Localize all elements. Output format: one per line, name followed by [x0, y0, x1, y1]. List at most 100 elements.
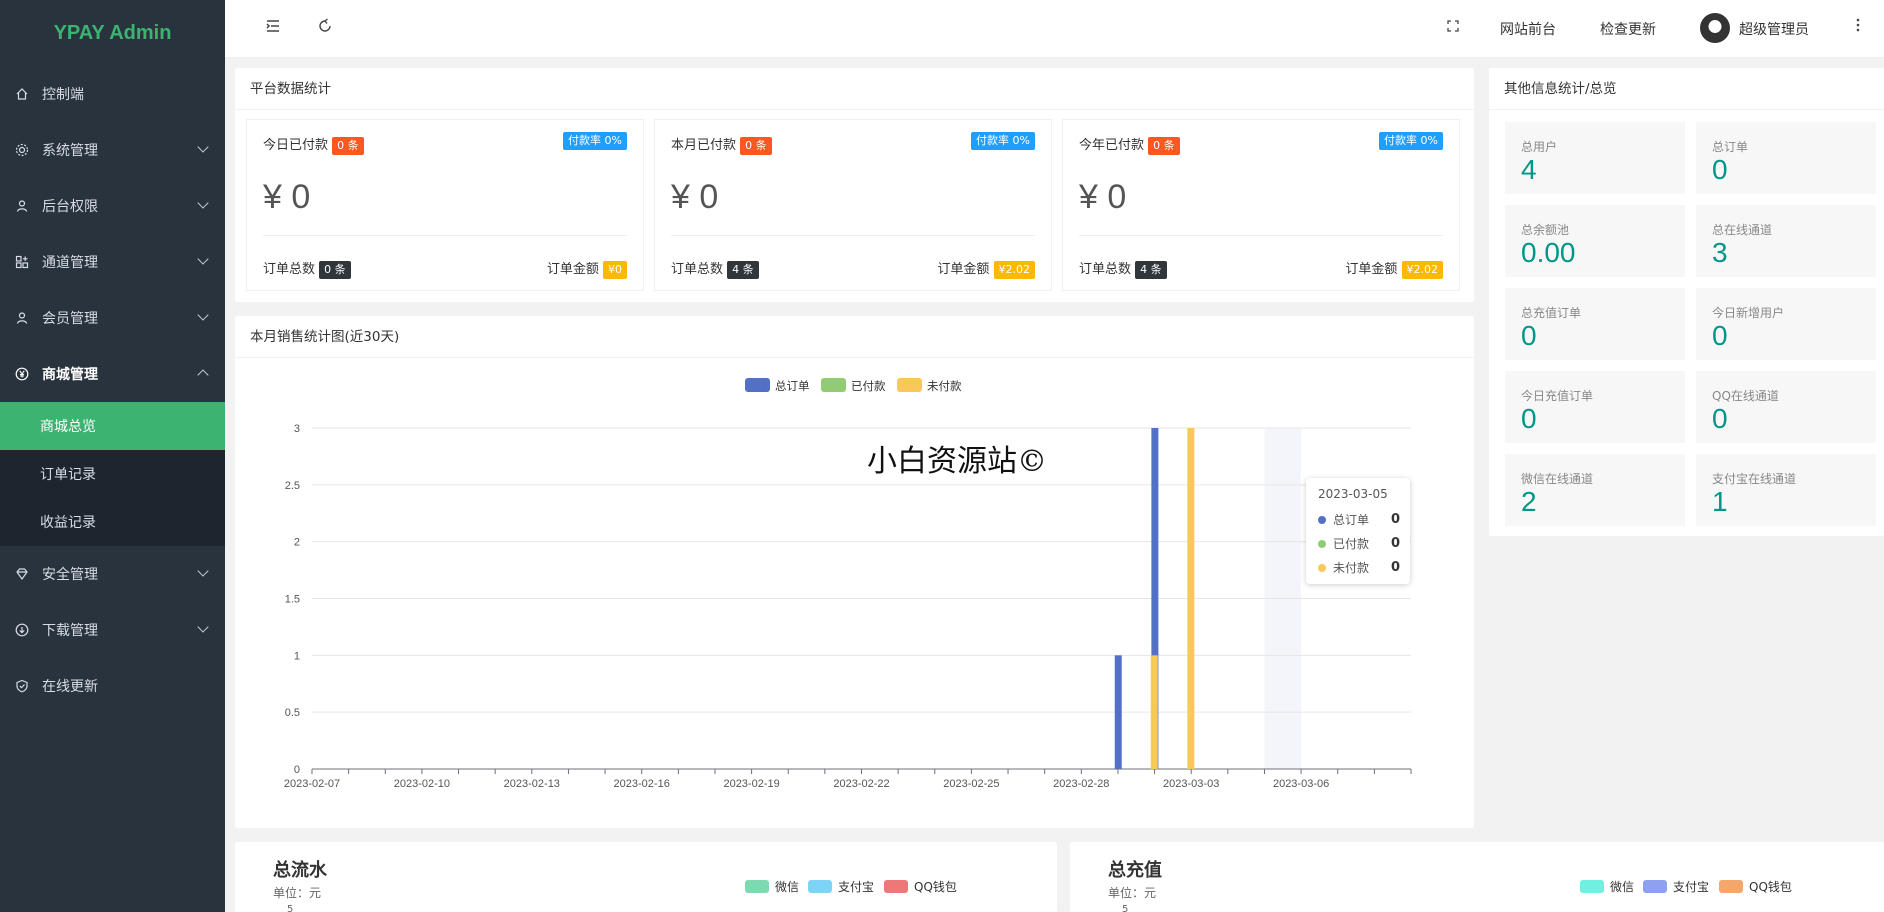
info-box-total-users: 总用户 4 — [1505, 122, 1685, 194]
total-flow-panel: 总流水 单位：元 5 微信 支付宝 QQ钱包 — [235, 842, 1057, 912]
chevron-down-icon — [197, 141, 209, 153]
sidebar-item-members[interactable]: 会员管理 — [0, 290, 225, 346]
sidebar-item-mall[interactable]: 商城管理 — [0, 346, 225, 402]
sales-chart-panel: 本月销售统计图(近30天) 0 0.5 1 1.5 2 2.5 3 2023-02-07 202… — [235, 316, 1474, 828]
stat-card-month: 本月已付款 0 条 付款率 0% ¥ 0 订单总数 4 条 订单金额 ¥2.02 — [655, 120, 1051, 290]
pay-rate-badge: 付款率 0% — [1379, 132, 1443, 150]
y-tick-label: 0 — [294, 764, 300, 776]
tooltip-series-value: 0 — [1390, 560, 1400, 575]
legend-label: QQ钱包 — [1749, 880, 1792, 894]
sidebar-item-label: 安全管理 — [42, 567, 98, 583]
shield-check-icon — [14, 678, 30, 694]
stat-card-today: 今日已付款 0 条 付款率 0% ¥ 0 订单总数 0 条 订单金额 ¥0 — [247, 120, 643, 290]
legend-label: 微信 — [775, 880, 800, 894]
paid-amount: ¥ 0 — [1079, 178, 1127, 216]
sidebar-item-channels[interactable]: 通道管理 — [0, 234, 225, 290]
tooltip-row: 未付款 0 — [1318, 559, 1400, 576]
paid-amount: ¥ 0 — [263, 178, 311, 216]
info-value: 0 — [1521, 320, 1537, 351]
sidebar-item-downloads[interactable]: 下载管理 — [0, 602, 225, 658]
order-total-label: 订单总数 — [1079, 262, 1132, 277]
legend-item[interactable]: QQ钱包 — [1719, 878, 1792, 895]
legend-item[interactable]: 支付宝 — [808, 878, 874, 895]
series-dot — [1318, 539, 1326, 548]
download-icon — [14, 622, 30, 638]
chevron-down-icon — [197, 621, 209, 633]
yen-icon — [14, 366, 30, 382]
legend-label: 已付款 — [851, 379, 886, 393]
sidebar-item-console[interactable]: 控制端 — [0, 66, 225, 122]
info-label: 支付宝在线通道 — [1712, 472, 1797, 486]
legend-label: 未付款 — [927, 379, 962, 393]
info-box-alipay-channels: 支付宝在线通道 1 — [1696, 454, 1876, 526]
check-update-link[interactable]: 检查更新 — [1600, 19, 1656, 39]
chevron-down-icon — [197, 565, 209, 577]
card-title: 今年已付款 — [1079, 138, 1145, 153]
paid-count-badge: 0 条 — [1148, 136, 1180, 155]
sidebar-item-label: 在线更新 — [42, 679, 98, 695]
sidebar-subitem-overview[interactable]: 商城总览 — [0, 402, 225, 450]
sidebar-subitem-earnings[interactable]: 收益记录 — [0, 498, 225, 546]
info-label: 总用户 — [1521, 140, 1558, 154]
panel-title: 平台数据统计 — [235, 68, 1474, 110]
home-icon — [14, 86, 30, 102]
tooltip-date: 2023-03-05 — [1318, 487, 1388, 501]
info-value: 0 — [1712, 154, 1728, 185]
order-amount-label: 订单金额 — [546, 262, 599, 277]
legend-swatch — [1643, 880, 1667, 893]
legend-swatch — [1580, 880, 1604, 893]
user-icon — [14, 198, 30, 214]
legend-item[interactable]: 支付宝 — [1643, 878, 1709, 895]
y-tick-label: 3 — [294, 423, 300, 435]
chevron-down-icon — [197, 253, 209, 265]
sidebar-item-system[interactable]: 系统管理 — [0, 122, 225, 178]
sidebar-item-security[interactable]: 安全管理 — [0, 546, 225, 602]
legend-swatch — [821, 378, 846, 392]
more-vertical-icon[interactable] — [1855, 17, 1861, 37]
fullscreen-icon[interactable] — [1445, 18, 1461, 38]
total-recharge-panel: 总充值 单位：元 5 微信 支付宝 QQ钱包 — [1070, 842, 1884, 912]
sidebar-subitem-orders[interactable]: 订单记录 — [0, 450, 225, 498]
info-label: 今日新增用户 — [1712, 306, 1785, 320]
tooltip-series-name: 已付款 — [1333, 537, 1370, 551]
unit-label: 单位：元 — [1108, 886, 1157, 900]
y-tick-label: 1.5 — [285, 594, 300, 606]
info-box-qq-channels: QQ在线通道 0 — [1696, 371, 1876, 443]
panel-title: 总充值 — [1108, 860, 1162, 881]
username-menu[interactable]: 超级管理员 — [1739, 19, 1809, 39]
info-box-wechat-channels: 微信在线通道 2 — [1505, 454, 1685, 526]
divider — [1079, 235, 1443, 236]
watermark-text: 小白资源站© — [867, 444, 1047, 479]
frontend-link[interactable]: 网站前台 — [1500, 19, 1556, 39]
refresh-icon[interactable] — [317, 18, 333, 38]
legend-item[interactable]: 微信 — [745, 878, 799, 895]
divider — [263, 235, 627, 236]
info-value: 4 — [1521, 154, 1537, 185]
legend-item[interactable]: 微信 — [1580, 878, 1634, 895]
avatar[interactable] — [1700, 13, 1730, 43]
info-value: 0.00 — [1521, 237, 1576, 268]
info-label: 总在线通道 — [1712, 223, 1773, 237]
app-logo[interactable]: YPAY Admin — [0, 0, 225, 66]
panel-title: 本月销售统计图(近30天) — [235, 316, 1474, 358]
sidebar-item-label: 通道管理 — [42, 255, 98, 271]
legend-item[interactable]: QQ钱包 — [884, 878, 957, 895]
sidebar-item-label: 下载管理 — [42, 623, 98, 639]
sidebar: YPAY Admin 控制端 系统管理 后台权限 通道管理 会员管理 商城管理 … — [0, 0, 225, 912]
sidebar-item-permissions[interactable]: 后台权限 — [0, 178, 225, 234]
order-total-badge: 4 条 — [727, 260, 759, 279]
bar — [1187, 428, 1195, 769]
apps-icon — [14, 254, 30, 270]
info-box-new-users-today: 今日新增用户 0 — [1696, 288, 1876, 360]
y-tick-label: 5 — [1122, 904, 1129, 912]
chart-tooltip: 2023-03-05 总订单 0 已付款 0 未付款 0 — [1306, 478, 1410, 584]
legend-label: QQ钱包 — [914, 880, 957, 894]
sidebar-item-online-update[interactable]: 在线更新 — [0, 658, 225, 714]
tooltip-row: 已付款 0 — [1318, 535, 1400, 552]
menu-toggle-icon[interactable] — [265, 18, 281, 38]
info-box-total-orders: 总订单 0 — [1696, 122, 1876, 194]
legend-swatch — [897, 378, 922, 392]
info-value: 0 — [1712, 403, 1728, 434]
panel-title: 总流水 — [273, 860, 327, 881]
legend-label: 支付宝 — [838, 880, 875, 894]
